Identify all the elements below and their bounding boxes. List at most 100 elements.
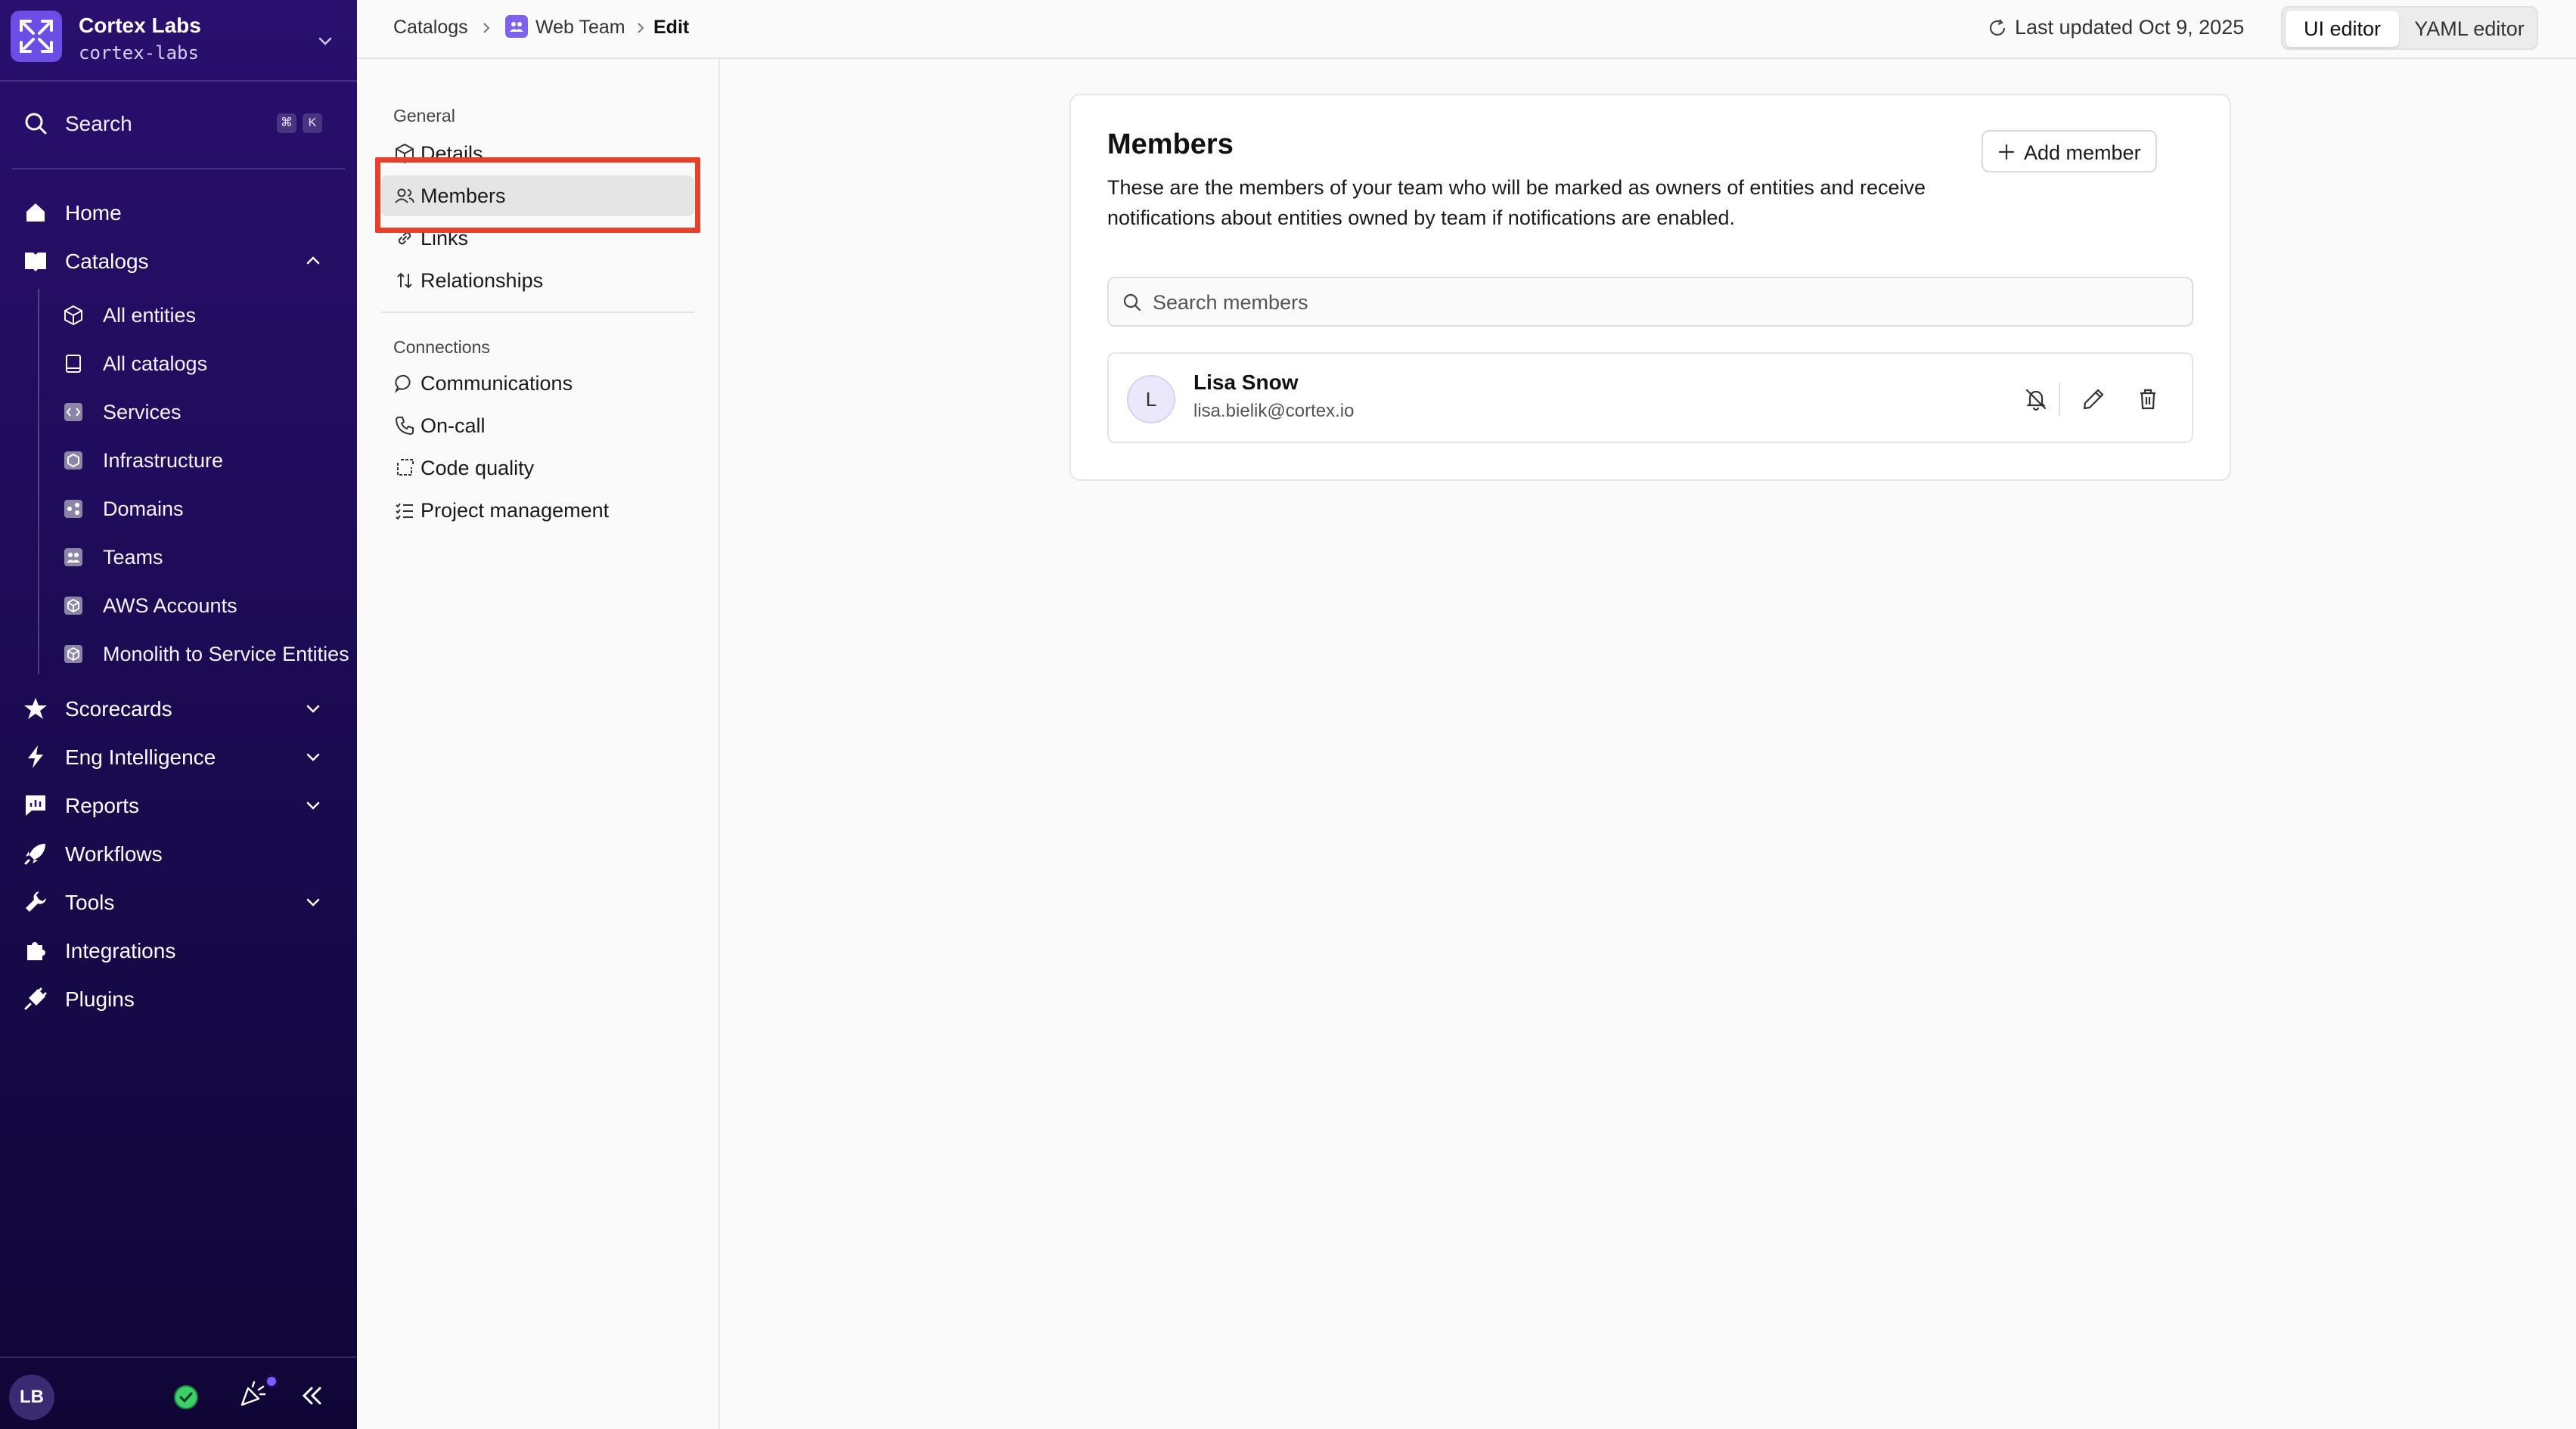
report-icon (26, 795, 45, 816)
sidebar-item-aws-accounts[interactable]: AWS Accounts (39, 584, 357, 626)
sidebar-item-label: All catalogs (103, 352, 208, 375)
org-name: Cortex Labs (79, 14, 201, 37)
general-heading: General (393, 106, 455, 126)
sidebar-item-all-catalogs[interactable]: All catalogs (39, 342, 357, 384)
plug-icon (24, 987, 47, 1010)
pencil-icon[interactable] (2078, 384, 2109, 414)
sidebar-item-catalogs[interactable]: Catalogs (0, 239, 357, 281)
sidebar-item-integrations[interactable]: Integrations (0, 928, 357, 971)
bell-off-icon[interactable] (2021, 384, 2051, 414)
members-title: Members (1107, 129, 1234, 160)
search-label: Search (65, 112, 132, 135)
trash-icon[interactable] (2133, 384, 2163, 414)
subnav-item-code-quality[interactable]: Code quality (381, 448, 694, 488)
search-icon (1123, 293, 1141, 312)
sidebar-search[interactable]: Search ⌘ K (0, 98, 357, 151)
search-members-input[interactable] (1153, 286, 2181, 319)
main-sidebar: Cortex Labs cortex-labs Search ⌘ K Home … (0, 0, 357, 1429)
org-switcher[interactable]: Cortex Labs cortex-labs (0, 0, 357, 82)
status-ok-icon[interactable] (172, 1384, 200, 1411)
yaml-editor-tab[interactable]: YAML editor (2404, 11, 2535, 47)
rocket-icon (24, 844, 45, 865)
team-icon (64, 548, 82, 566)
sidebar-item-label: Plugins (65, 987, 135, 1011)
subnav-item-on-call[interactable]: On-call (381, 405, 694, 446)
book-icon (25, 253, 46, 271)
sidebar-item-label: Tools (65, 891, 115, 914)
plus-icon (1998, 144, 2015, 160)
user-avatar[interactable]: LB (9, 1375, 54, 1420)
users-icon (395, 188, 414, 203)
chevron-up-icon (306, 256, 320, 265)
subnav-item-details[interactable]: Details (381, 133, 694, 174)
cube-icon (64, 305, 82, 326)
subnav-item-communications[interactable]: Communications (381, 363, 694, 404)
breadcrumb-team[interactable]: Web Team (535, 17, 625, 39)
chevron-right-icon (638, 23, 644, 33)
sidebar-item-label: Teams (103, 546, 163, 569)
members-search (1107, 277, 2193, 327)
member-email: lisa.bielik@cortex.io (1193, 401, 1355, 421)
sidebar-item-plugins[interactable]: Plugins (0, 977, 357, 1019)
action-separator (2059, 383, 2060, 416)
subnav-item-relationships[interactable]: Relationships (381, 260, 694, 301)
subnav-item-label: On-call (421, 414, 486, 437)
sidebar-divider (12, 168, 345, 169)
arrows-up-down-icon (397, 272, 412, 289)
shortcut-mod-key: ⌘ (277, 113, 296, 133)
subnav-item-label: Communications (421, 372, 573, 395)
sidebar-item-reports[interactable]: Reports (0, 783, 357, 826)
sidebar-footer: LB (0, 1356, 357, 1429)
last-updated-text: Last updated Oct 9, 2025 (2015, 16, 2245, 39)
cube-filled-icon (64, 597, 82, 615)
chevron-down-icon (306, 801, 320, 810)
members-description: These are the members of your team who w… (1107, 176, 1926, 229)
sidebar-item-label: Eng Intelligence (65, 745, 216, 769)
chevron-right-icon (483, 23, 490, 33)
sidebar-item-label: Scorecards (65, 697, 172, 721)
ui-editor-tab[interactable]: UI editor (2286, 11, 2399, 47)
party-popper-icon[interactable] (237, 1379, 268, 1409)
sidebar-item-scorecards[interactable]: Scorecards (0, 687, 357, 729)
code-icon (64, 403, 82, 421)
chat-bubble-icon (394, 374, 411, 393)
breadcrumb-current: Edit (653, 17, 690, 38)
sidebar-item-eng-intelligence[interactable]: Eng Intelligence (0, 735, 357, 777)
checklist-icon (396, 503, 413, 520)
sidebar-item-label: Monolith to Service Entities (103, 643, 349, 665)
collapse-sidebar-icon[interactable] (296, 1381, 327, 1411)
sidebar-item-home[interactable]: Home (0, 191, 357, 233)
connections-heading: Connections (393, 337, 490, 357)
add-member-button[interactable]: Add member (1982, 130, 2157, 172)
editor-mode-toggle: UI editor YAML editor (2281, 6, 2538, 50)
member-name: Lisa Snow (1193, 370, 1299, 394)
sidebar-item-label: Reports (65, 794, 140, 817)
main-content: Members These are the members of your te… (722, 59, 2576, 1429)
sidebar-item-infrastructure[interactable]: Infrastructure (39, 439, 357, 481)
sidebar-item-tools[interactable]: Tools (0, 880, 357, 922)
sidebar-item-workflows[interactable]: Workflows (0, 832, 357, 874)
home-icon (26, 203, 45, 222)
chevron-down-icon (306, 753, 320, 761)
sidebar-item-label: Catalogs (65, 250, 149, 273)
chevron-down-icon (318, 37, 332, 45)
breadcrumb-catalogs[interactable]: Catalogs (393, 17, 468, 39)
subnav-item-members[interactable]: Members (381, 175, 694, 216)
sidebar-item-label: Integrations (65, 939, 176, 962)
sidebar-item-monolith[interactable]: Monolith to Service Entities (39, 632, 357, 674)
members-card: Members These are the members of your te… (1069, 94, 2231, 481)
infrastructure-icon (64, 451, 82, 470)
phone-icon (395, 417, 414, 436)
code-quality-icon (397, 459, 414, 476)
subnav-item-links[interactable]: Links (381, 218, 694, 259)
team-icon (505, 15, 528, 38)
subnav-divider (381, 312, 694, 313)
sidebar-item-domains[interactable]: Domains (39, 487, 357, 529)
sidebar-item-all-entities[interactable]: All entities (39, 293, 357, 336)
subnav-item-project-management[interactable]: Project management (381, 490, 694, 531)
subnav-item-label: Code quality (421, 457, 535, 479)
sidebar-item-teams[interactable]: Teams (39, 535, 357, 578)
sidebar-item-label: Workflows (65, 842, 163, 866)
sidebar-item-services[interactable]: Services (39, 390, 357, 432)
add-member-label: Add member (2024, 141, 2141, 164)
